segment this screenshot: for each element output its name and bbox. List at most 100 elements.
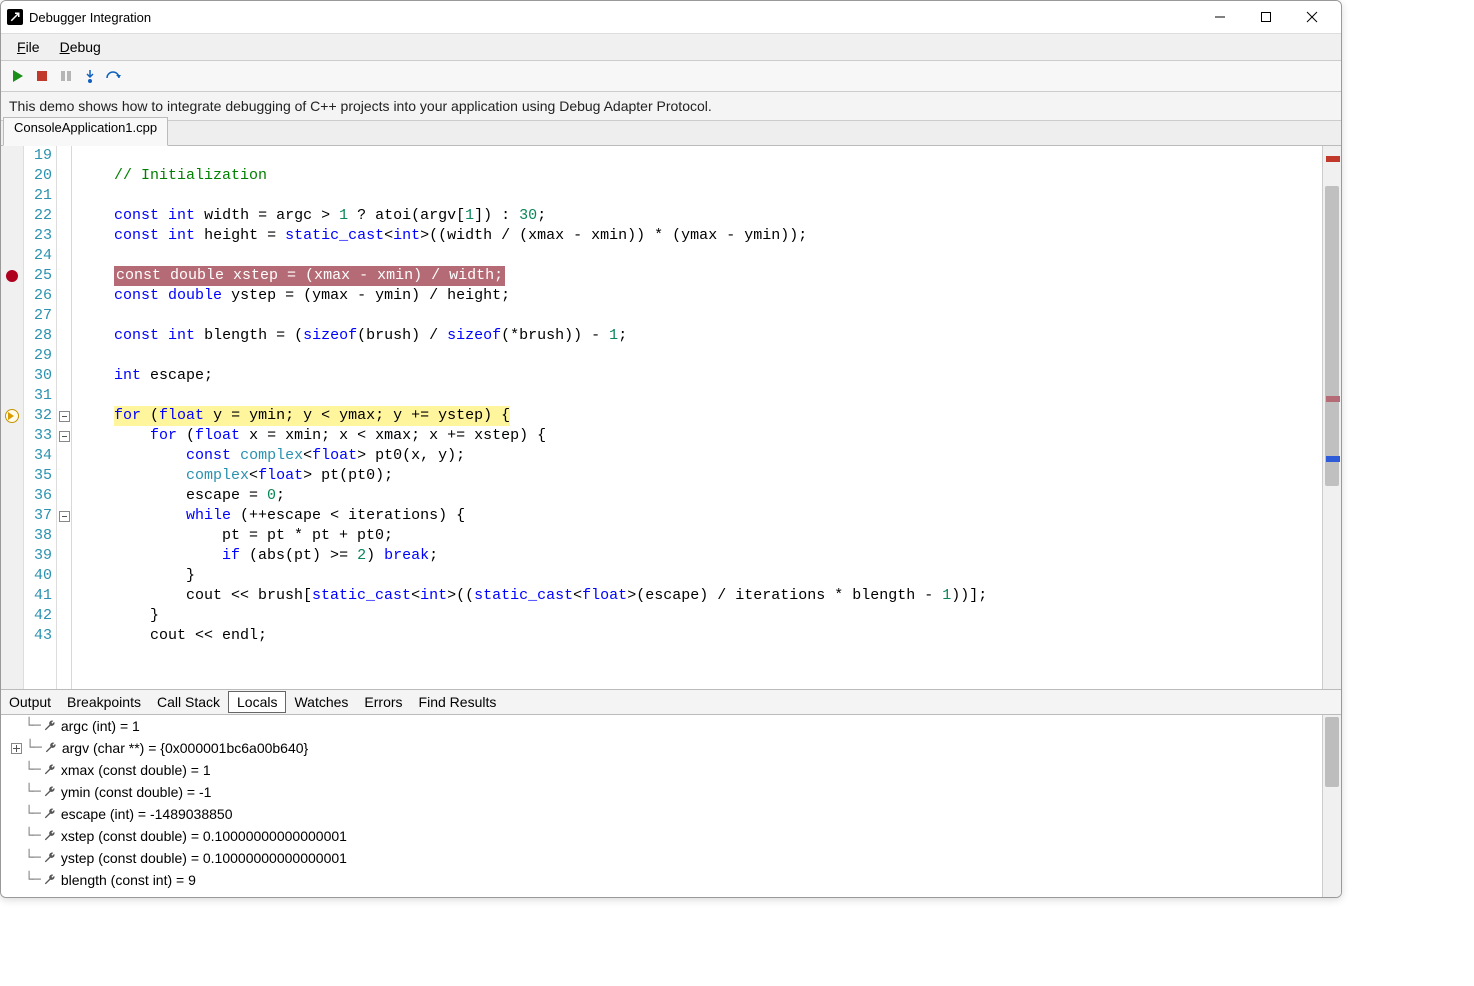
code-line[interactable]: if (abs(pt) >= 2) break; (72, 546, 1322, 566)
panel-tab-row: OutputBreakpointsCall StackLocalsWatches… (1, 690, 1341, 715)
editor-scrollbar[interactable] (1322, 146, 1341, 689)
minimize-button[interactable] (1197, 1, 1243, 33)
line-number: 28 (24, 326, 52, 346)
fold-toggle-icon[interactable] (59, 511, 70, 522)
menu-debug[interactable]: Debug (50, 37, 111, 57)
current-line-marker-icon (1326, 456, 1340, 462)
pause-button[interactable] (57, 67, 75, 85)
code-line[interactable]: const double xstep = (xmax - xmin) / wid… (72, 266, 1322, 286)
line-number: 38 (24, 526, 52, 546)
breakpoint-marker-icon (1326, 156, 1340, 162)
code-line[interactable]: const int width = argc > 1 ? atoi(argv[1… (72, 206, 1322, 226)
code-line[interactable] (72, 386, 1322, 406)
local-variable-row[interactable]: └─blength (const int) = 9 (1, 869, 1341, 891)
panel-tab-call-stack[interactable]: Call Stack (149, 692, 228, 712)
line-number-gutter: 1920212223242526272829303132333435363738… (24, 146, 57, 689)
line-number: 34 (24, 446, 52, 466)
app-icon (7, 9, 23, 25)
step-into-button[interactable] (81, 67, 99, 85)
code-line[interactable]: complex<float> pt(pt0); (72, 466, 1322, 486)
file-tab[interactable]: ConsoleApplication1.cpp (3, 117, 168, 146)
line-number: 43 (24, 626, 52, 646)
run-button[interactable] (9, 67, 27, 85)
code-line[interactable]: for (float x = xmin; x < xmax; x += xste… (72, 426, 1322, 446)
local-variable-row[interactable]: └─argv (char **) = {0x000001bc6a00b640} (1, 737, 1341, 759)
local-variable-text: xmax (const double) = 1 (61, 762, 211, 778)
code-line[interactable] (72, 146, 1322, 166)
close-button[interactable] (1289, 1, 1335, 33)
line-number: 21 (24, 186, 52, 206)
panel-tab-watches[interactable]: Watches (286, 692, 356, 712)
code-line[interactable]: const double ystep = (ymax - ymin) / hei… (72, 286, 1322, 306)
panel-tab-output[interactable]: Output (1, 692, 59, 712)
line-number: 31 (24, 386, 52, 406)
code-line[interactable] (72, 246, 1322, 266)
locals-panel[interactable]: └─argc (int) = 1└─argv (char **) = {0x00… (1, 715, 1341, 897)
code-line[interactable]: // Initialization (72, 166, 1322, 186)
menu-file[interactable]: File (7, 37, 50, 57)
code-editor[interactable]: 1920212223242526272829303132333435363738… (1, 146, 1341, 690)
local-variable-row[interactable]: └─xstep (const double) = 0.1000000000000… (1, 825, 1341, 847)
app-window: Debugger Integration File Debug This dem… (0, 0, 1342, 898)
local-variable-text: argv (char **) = {0x000001bc6a00b640} (62, 740, 308, 756)
wrench-icon (42, 763, 57, 778)
line-number: 29 (24, 346, 52, 366)
local-variable-row[interactable]: └─ystep (const double) = 0.1000000000000… (1, 847, 1341, 869)
code-line[interactable]: } (72, 566, 1322, 586)
panel-tab-locals[interactable]: Locals (228, 691, 286, 713)
local-variable-text: xstep (const double) = 0.100000000000000… (61, 828, 347, 844)
code-line[interactable] (72, 306, 1322, 326)
scroll-thumb[interactable] (1325, 186, 1339, 486)
breakpoint-icon[interactable] (6, 270, 18, 282)
line-number: 41 (24, 586, 52, 606)
code-line[interactable]: } (72, 606, 1322, 626)
file-tab-row: ConsoleApplication1.cpp (1, 121, 1341, 146)
code-area[interactable]: // Initialization const int width = argc… (72, 146, 1322, 689)
code-line[interactable] (72, 346, 1322, 366)
code-line[interactable]: escape = 0; (72, 486, 1322, 506)
code-line[interactable]: for (float y = ymin; y < ymax; y += yste… (72, 406, 1322, 426)
code-line[interactable]: const complex<float> pt0(x, y); (72, 446, 1322, 466)
line-number: 19 (24, 146, 52, 166)
local-variable-text: argc (int) = 1 (61, 718, 140, 734)
local-variable-text: escape (int) = -1489038850 (61, 806, 233, 822)
locals-scroll-thumb[interactable] (1325, 717, 1339, 787)
fold-toggle-icon[interactable] (59, 431, 70, 442)
local-variable-text: blength (const int) = 9 (61, 872, 196, 888)
local-variable-row[interactable]: └─escape (int) = -1489038850 (1, 803, 1341, 825)
line-number: 30 (24, 366, 52, 386)
panel-tab-find-results[interactable]: Find Results (411, 692, 505, 712)
line-number: 37 (24, 506, 52, 526)
code-line[interactable]: const int blength = (sizeof(brush) / siz… (72, 326, 1322, 346)
window-title: Debugger Integration (29, 10, 1197, 25)
line-number: 22 (24, 206, 52, 226)
stop-button[interactable] (33, 67, 51, 85)
locals-scrollbar[interactable] (1322, 715, 1341, 897)
expand-toggle-icon[interactable] (11, 743, 22, 754)
local-variable-text: ystep (const double) = 0.100000000000000… (61, 850, 347, 866)
line-number: 32 (24, 406, 52, 426)
wrench-icon (43, 741, 58, 756)
wrench-icon (42, 719, 57, 734)
breakpoint-gutter[interactable] (1, 146, 24, 689)
panel-tab-errors[interactable]: Errors (356, 692, 410, 712)
code-line[interactable]: while (++escape < iterations) { (72, 506, 1322, 526)
local-variable-row[interactable]: └─ymin (const double) = -1 (1, 781, 1341, 803)
local-variable-row[interactable]: └─xmax (const double) = 1 (1, 759, 1341, 781)
step-over-button[interactable] (105, 67, 123, 85)
code-line[interactable]: cout << endl; (72, 626, 1322, 646)
fold-toggle-icon[interactable] (59, 411, 70, 422)
maximize-button[interactable] (1243, 1, 1289, 33)
code-line[interactable]: pt = pt * pt + pt0; (72, 526, 1322, 546)
line-number: 20 (24, 166, 52, 186)
code-line[interactable]: int escape; (72, 366, 1322, 386)
fold-gutter[interactable] (57, 146, 72, 689)
line-number: 35 (24, 466, 52, 486)
code-line[interactable]: cout << brush[static_cast<int>((static_c… (72, 586, 1322, 606)
titlebar: Debugger Integration (1, 1, 1341, 34)
code-line[interactable] (72, 186, 1322, 206)
panel-tab-breakpoints[interactable]: Breakpoints (59, 692, 149, 712)
info-bar: This demo shows how to integrate debuggi… (1, 92, 1341, 121)
code-line[interactable]: const int height = static_cast<int>((wid… (72, 226, 1322, 246)
local-variable-row[interactable]: └─argc (int) = 1 (1, 715, 1341, 737)
